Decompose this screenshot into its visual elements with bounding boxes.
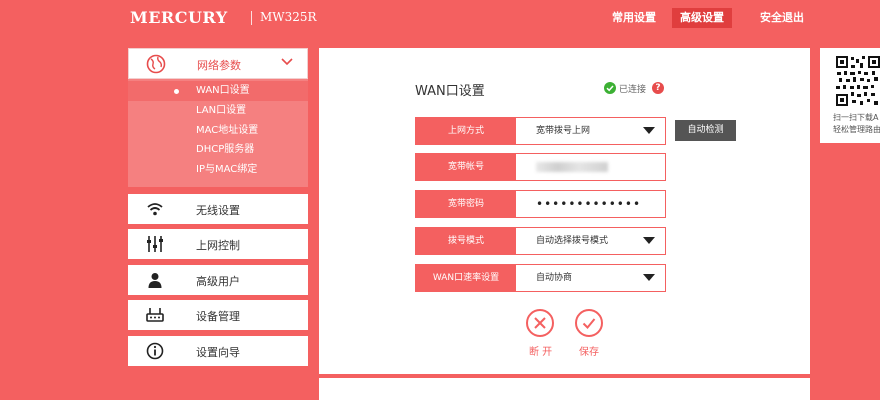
sidebar-item-advanced-user[interactable]: 高级用户 (128, 265, 308, 295)
blurred-account-value (536, 162, 608, 172)
sidebar-item-dhcp[interactable]: DHCP服务器 (128, 140, 308, 160)
sliders-icon (147, 236, 163, 252)
globe-icon (146, 54, 166, 74)
internet-mode-select[interactable]: 上网方式 宽带拨号上网 (415, 117, 666, 145)
sidebar-item-label: 上网控制 (196, 239, 240, 252)
sidebar-item-wan[interactable]: WAN口设置 (128, 81, 308, 101)
sidebar-item-label: IP与MAC绑定 (196, 164, 258, 175)
field-label: WAN口速率设置 (416, 265, 516, 291)
field-label: 宽带帐号 (416, 154, 516, 180)
main-panel-footer (319, 378, 810, 400)
disconnect-label: 断 开 (529, 347, 553, 358)
broadband-account-field[interactable]: 宽带帐号 (415, 153, 666, 181)
sidebar-item-access-control[interactable]: 上网控制 (128, 229, 308, 259)
sidebar-network-header[interactable]: 网络参数 (128, 48, 308, 79)
sidebar-item-setup-wizard[interactable]: 设置向导 (128, 336, 308, 366)
brand-logo: MERCURY (130, 8, 228, 27)
sidebar-item-label: MAC地址设置 (196, 125, 259, 136)
dropdown-arrow-icon (643, 274, 655, 281)
save-label: 保存 (579, 347, 599, 358)
password-value: ••••••••••••• (536, 197, 642, 211)
help-icon[interactable]: ? (652, 82, 664, 94)
model-name: MW325R (260, 10, 317, 24)
nav-common-settings[interactable]: 常用设置 (604, 8, 664, 28)
dropdown-arrow-icon (643, 127, 655, 134)
sidebar-item-label: DHCP服务器 (196, 144, 255, 155)
qr-caption-line1: 扫一扫下载A (833, 113, 879, 122)
info-icon (146, 342, 164, 360)
logo-divider (251, 11, 252, 25)
connection-status: 已连接 (619, 85, 647, 95)
router-icon (146, 308, 164, 322)
sidebar-item-label: 高级用户 (196, 275, 240, 288)
sidebar-item-mac[interactable]: MAC地址设置 (128, 121, 308, 141)
field-label: 宽带密码 (416, 191, 516, 217)
qr-code-icon (836, 56, 880, 106)
nav-advanced-settings[interactable]: 高级设置 (672, 8, 732, 28)
field-value: 宽带拨号上网 (536, 126, 591, 136)
close-icon (534, 317, 546, 329)
active-bullet (174, 89, 179, 94)
wifi-icon (147, 203, 163, 216)
sidebar-item-label: 设备管理 (196, 310, 240, 323)
auto-detect-button[interactable]: 自动检测 (675, 120, 736, 141)
sidebar-item-ip-mac-binding[interactable]: IP与MAC绑定 (128, 160, 308, 180)
sidebar-network-submenu: WAN口设置 LAN口设置 MAC地址设置 DHCP服务器 IP与MAC绑定 (128, 79, 308, 187)
save-button[interactable] (575, 309, 603, 337)
sidebar-item-device-management[interactable]: 设备管理 (128, 300, 308, 330)
field-value: 自动协商 (536, 273, 573, 283)
wan-speed-select[interactable]: WAN口速率设置 自动协商 (415, 264, 666, 292)
sidebar-item-wireless[interactable]: 无线设置 (128, 194, 308, 224)
sidebar-network-label: 网络参数 (197, 59, 241, 72)
nav-logout[interactable]: 安全退出 (752, 8, 812, 28)
dropdown-arrow-icon (643, 237, 655, 244)
disconnect-button[interactable] (526, 309, 554, 337)
sidebar-item-label: 无线设置 (196, 204, 240, 217)
field-value: 自动选择拨号模式 (536, 236, 609, 246)
sidebar-item-label: WAN口设置 (196, 85, 250, 96)
field-label: 上网方式 (416, 118, 516, 144)
user-icon (148, 273, 162, 288)
sidebar-item-label: 设置向导 (196, 346, 240, 359)
field-label: 拨号模式 (416, 228, 516, 254)
page-title: WAN口设置 (415, 84, 485, 99)
dial-mode-select[interactable]: 拨号模式 自动选择拨号模式 (415, 227, 666, 255)
sidebar-item-label: LAN口设置 (196, 105, 247, 116)
connected-check-icon (604, 82, 616, 94)
chevron-down-icon (281, 58, 293, 66)
qr-caption-line2: 轻松管理路由 (833, 125, 880, 134)
checkmark-icon (582, 318, 596, 329)
broadband-password-field[interactable]: 宽带密码 ••••••••••••• (415, 190, 666, 218)
sidebar-item-lan[interactable]: LAN口设置 (128, 101, 308, 121)
